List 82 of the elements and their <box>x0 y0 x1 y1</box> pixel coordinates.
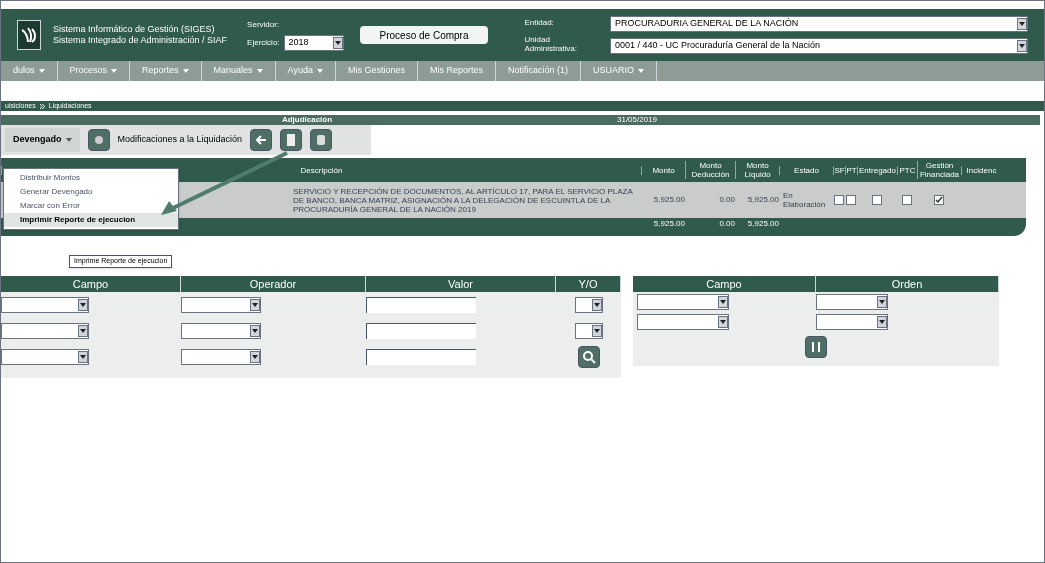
unit-label: Unidad Administrativa: <box>524 35 578 53</box>
checkbox[interactable] <box>934 195 944 205</box>
column-header: Orden <box>816 275 999 293</box>
total-cell-text: 5,925.00 <box>652 218 685 230</box>
document-icon[interactable] <box>280 129 303 151</box>
column-header: Incidenc <box>961 165 1001 175</box>
conjunction-select[interactable] <box>574 323 603 339</box>
system-name: Sistema Integrado de Administración / SIAF <box>53 35 228 46</box>
caret-icon <box>250 351 260 363</box>
dropdown-field[interactable] <box>637 294 729 310</box>
table-cell-text: SERVICIO Y RECEPCIÓN DE DOCUMENTOS, AL ARTÍCULO 17, PARA EL SERVICIO PLAZA DE BANCO, BANCA MATRIZ, ASIGNACIÓN A LA DELEGACIÓN DE ESCUINTLA DE LA PROCURADURÍA GENERAL DE LA NACIÓN 2019 <box>293 186 634 214</box>
process-button[interactable]: Proceso de Compra <box>359 26 489 44</box>
caret-icon <box>877 296 887 308</box>
column-header: PT <box>845 165 857 175</box>
system-name: Sistema Informático de Gestión (SIGES) <box>53 24 216 35</box>
chevron-icon <box>39 103 45 109</box>
dropdown-field[interactable] <box>1 349 89 365</box>
dropdown-field[interactable] <box>816 314 888 330</box>
total-cell-text: 5,925.00 <box>746 218 779 230</box>
caret-icon <box>877 316 887 328</box>
column-header: Monto <box>641 165 685 175</box>
server-label: Servidor: <box>247 19 281 31</box>
database-icon[interactable] <box>310 129 333 151</box>
column-header: Valor <box>366 275 556 293</box>
value-field[interactable] <box>366 323 476 339</box>
menu-item[interactable]: Imprimir Reporte de ejecucion <box>4 213 178 227</box>
column-header: Estado <box>779 165 833 175</box>
panel-title: Adjudicación <box>281 114 333 126</box>
dropdown-field[interactable] <box>637 314 729 330</box>
table-cell-text: En Elaboración <box>782 191 827 209</box>
column-header: SF <box>833 165 845 175</box>
total-cell-text: 0.00 <box>718 218 735 230</box>
column-header: Entregado <box>857 165 897 175</box>
conjunction-select[interactable] <box>574 297 603 313</box>
unit-select[interactable]: 0001 / 440 - UC Procuraduría General de la Nación <box>610 38 1028 54</box>
table-cell-text: 5,925.00 <box>746 194 779 206</box>
checkbox[interactable] <box>846 195 856 205</box>
dropdown-field[interactable] <box>181 323 261 339</box>
table-cell-text: 5,925.00 <box>652 194 685 206</box>
caret-icon <box>1017 40 1027 52</box>
caret-icon <box>78 351 88 363</box>
column-header: Campo <box>1 275 181 293</box>
value-field[interactable] <box>366 297 476 313</box>
column-header: Gestión Financiada <box>917 161 961 179</box>
dropdown-field[interactable] <box>181 349 261 365</box>
checkbox[interactable] <box>902 195 912 205</box>
search-icon[interactable] <box>577 346 600 368</box>
dropdown-field[interactable] <box>1 323 89 339</box>
column-header: Campo <box>633 275 816 293</box>
entity-select[interactable]: PROCURADURIA GENERAL DE LA NACIÓN <box>610 16 1028 32</box>
modifications-link[interactable]: Modificaciones a la Liquidación <box>117 133 243 147</box>
logo-icon <box>17 20 41 50</box>
menu-item[interactable]: Marcar con Error <box>4 199 178 213</box>
column-header: Operador <box>181 275 366 293</box>
value-field[interactable] <box>366 349 476 365</box>
checkbox[interactable] <box>872 195 882 205</box>
dropdown-field[interactable] <box>1 297 89 313</box>
caret-icon <box>332 37 343 49</box>
caret-icon <box>78 299 88 311</box>
caret-icon <box>1017 18 1027 30</box>
column-header: Monto Deducción <box>685 161 735 179</box>
caret-icon <box>591 325 602 337</box>
date-field: 31/05/2019 <box>613 115 1040 125</box>
caret-icon <box>591 299 602 311</box>
column-header: PTC <box>897 165 917 175</box>
caret-icon <box>718 296 728 308</box>
caret-icon <box>250 325 260 337</box>
caret-icon <box>78 325 88 337</box>
devengado-button[interactable]: Devengado <box>5 128 80 152</box>
year-label: Ejercicio: <box>247 37 280 49</box>
dropdown-field[interactable] <box>816 294 888 310</box>
column-header: Y/O <box>556 275 621 293</box>
checkbox[interactable] <box>834 195 844 205</box>
year-select[interactable]: 2018 <box>283 35 344 51</box>
caret-icon <box>65 138 72 142</box>
entity-label: Entidad: <box>524 17 555 29</box>
caret-icon <box>718 316 728 328</box>
column-header: Monto Líquido <box>735 161 779 179</box>
table-cell-text: 0.00 <box>718 194 735 206</box>
dropdown-field[interactable] <box>181 297 261 313</box>
caret-icon <box>250 299 260 311</box>
menu-item[interactable]: Generar Devengado <box>4 185 178 199</box>
